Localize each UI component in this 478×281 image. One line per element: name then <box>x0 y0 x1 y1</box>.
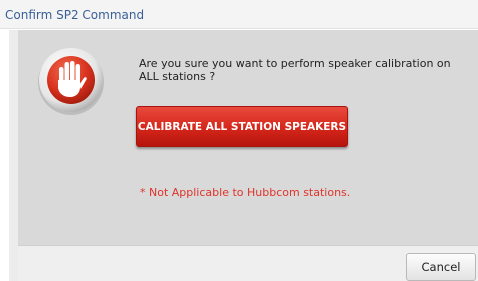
stop-hand-icon <box>37 47 105 115</box>
not-applicable-note: * Not Applicable to Hubbcom stations. <box>140 186 351 199</box>
confirm-dialog: Confirm SP2 Command Are you sure you wan… <box>0 0 478 281</box>
dialog-title: Confirm SP2 Command <box>5 8 145 22</box>
cancel-button[interactable]: Cancel <box>406 253 476 281</box>
calibrate-all-speakers-button[interactable]: CALIBRATE ALL STATION SPEAKERS <box>136 106 348 147</box>
dialog-left-edge <box>9 30 18 281</box>
confirmation-message: Are you sure you want to perform speaker… <box>139 57 451 83</box>
dialog-titlebar: Confirm SP2 Command <box>0 0 478 29</box>
